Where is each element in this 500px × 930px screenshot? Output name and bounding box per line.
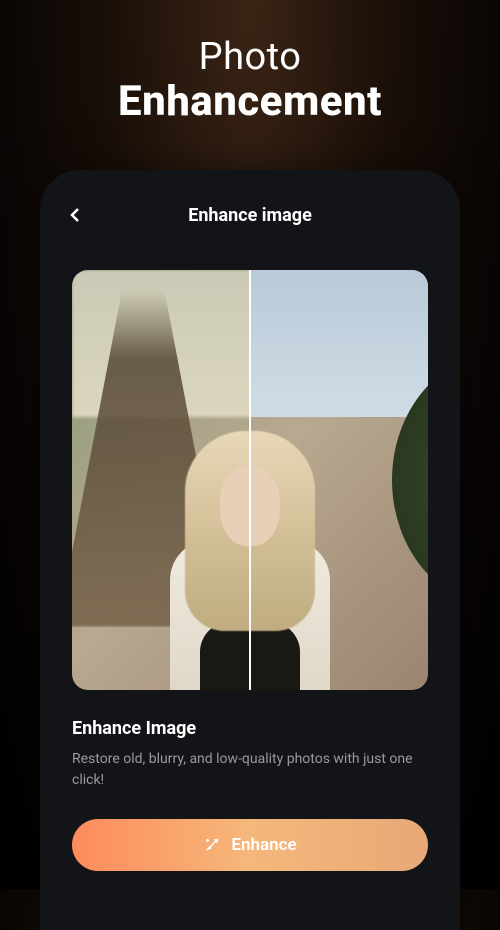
feature-title: Enhance Image xyxy=(72,718,428,739)
image-comparison-preview[interactable] xyxy=(72,270,428,690)
feature-description: Restore old, blurry, and low-quality pho… xyxy=(72,749,428,791)
phone-frame: Enhance image Enhance Image Restore old,… xyxy=(40,170,460,930)
chevron-left-icon xyxy=(70,207,80,223)
promo-title-line2: Enhancement xyxy=(20,77,480,126)
info-section: Enhance Image Restore old, blurry, and l… xyxy=(40,690,460,791)
enhance-button[interactable]: Enhance xyxy=(72,819,428,871)
app-header: Enhance image xyxy=(40,170,460,250)
comparison-slider[interactable] xyxy=(249,270,251,690)
enhance-button-label: Enhance xyxy=(231,835,296,855)
promo-title-line1: Photo xyxy=(20,35,480,79)
back-button[interactable] xyxy=(60,200,90,230)
screen-title: Enhance image xyxy=(188,205,312,226)
magic-wand-icon xyxy=(203,836,221,854)
promo-header: Photo Enhancement xyxy=(0,0,500,156)
